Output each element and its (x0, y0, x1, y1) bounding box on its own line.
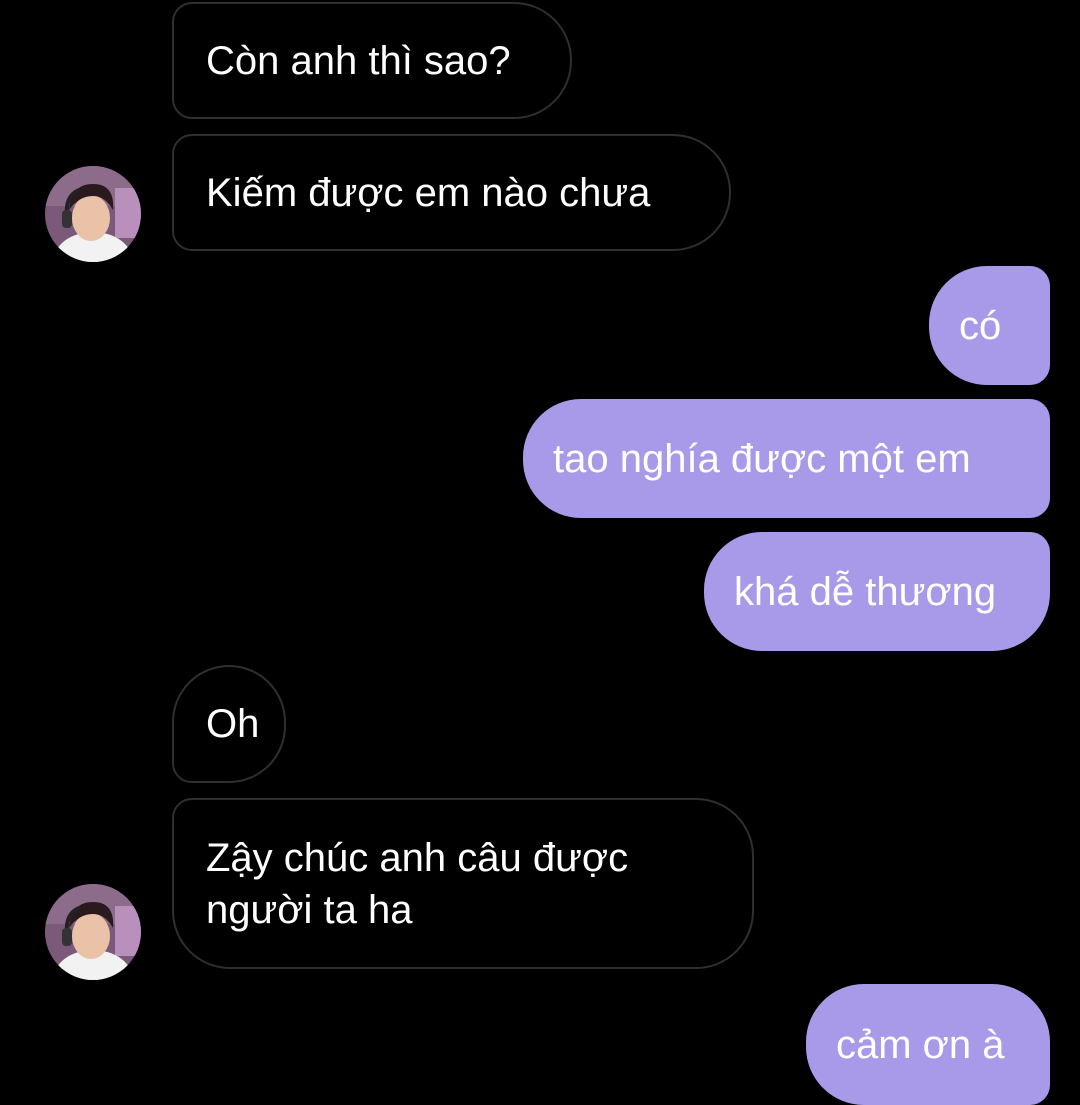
incoming-message[interactable]: Còn anh thì sao? (172, 2, 572, 119)
message-text: cảm ơn à (836, 1022, 1005, 1067)
message-text: Còn anh thì sao? (206, 38, 511, 83)
incoming-message[interactable]: Zậy chúc anh câu được người ta ha (172, 798, 754, 969)
avatar-photo-icon (45, 884, 141, 980)
outgoing-message[interactable]: có (929, 266, 1050, 385)
contact-avatar[interactable] (45, 884, 141, 980)
incoming-message[interactable]: Kiếm được em nào chưa (172, 134, 731, 251)
message-text-line: người ta ha (206, 887, 413, 932)
message-text: tao nghía được một em (553, 436, 971, 481)
contact-avatar[interactable] (45, 166, 141, 262)
message-text: có (959, 303, 1002, 348)
outgoing-message[interactable]: khá dễ thương (704, 532, 1050, 651)
outgoing-message[interactable]: cảm ơn à (806, 984, 1050, 1105)
incoming-message[interactable]: Oh (172, 665, 286, 783)
message-text: khá dễ thương (734, 569, 997, 614)
message-text-line: Zậy chúc anh câu được (206, 835, 629, 880)
avatar-photo-icon (45, 166, 141, 262)
message-text: Kiếm được em nào chưa (206, 170, 651, 215)
message-text: Oh (206, 702, 260, 746)
outgoing-message[interactable]: tao nghía được một em (523, 399, 1050, 518)
